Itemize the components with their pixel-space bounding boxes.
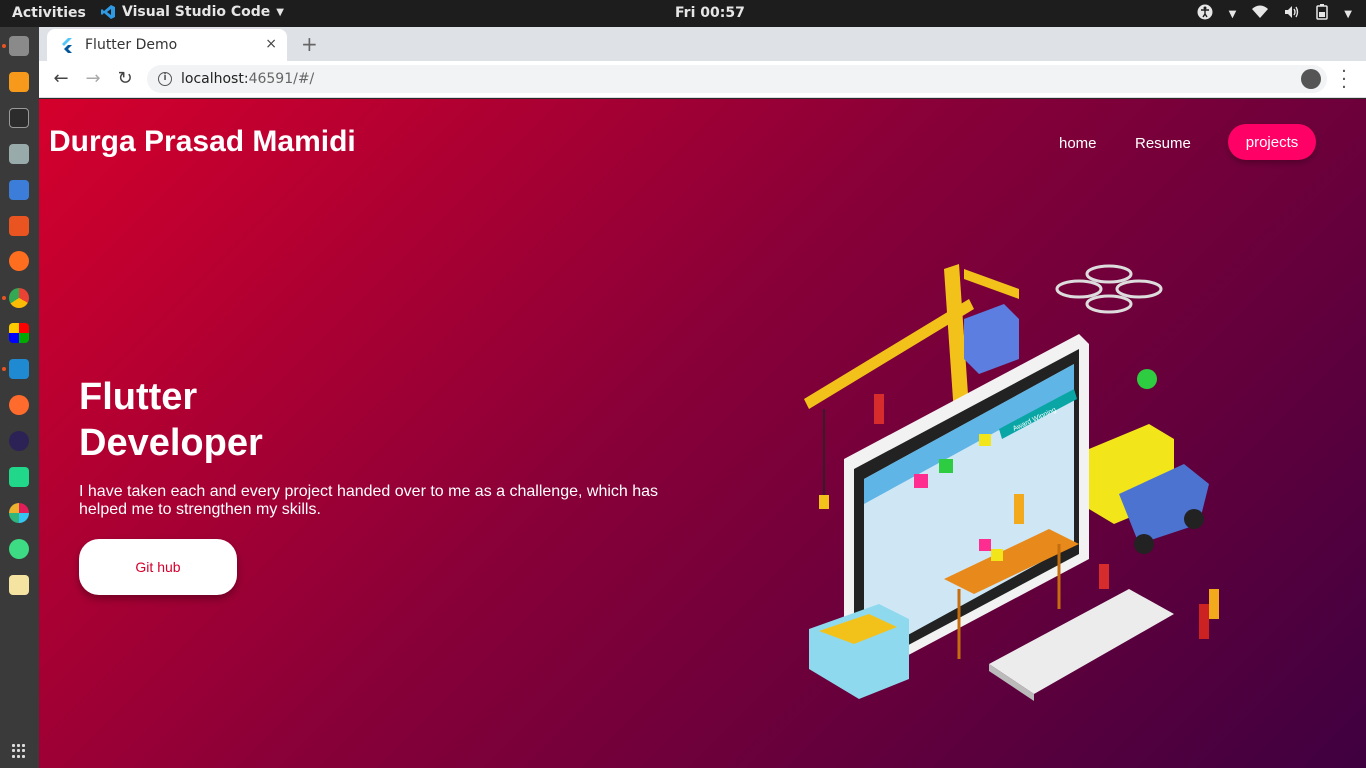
text-editor-icon[interactable] (9, 575, 29, 595)
url-path: 46591/#/ (248, 71, 315, 87)
sublime-text-icon[interactable] (9, 72, 29, 92)
chevron-down-icon: ▼ (1228, 8, 1237, 20)
chrome-icon[interactable] (9, 288, 29, 308)
battery-icon (1316, 4, 1329, 24)
system-top-bar: Activities Visual Studio Code ▼ Fri 00:5… (0, 0, 1366, 27)
files-icon[interactable] (9, 36, 29, 56)
nav-resume[interactable]: Resume (1135, 135, 1191, 152)
volume-icon (1284, 5, 1300, 23)
dock (0, 27, 39, 768)
nav-home[interactable]: home (1059, 135, 1097, 152)
sticky-note-shape (914, 474, 928, 488)
developer-illustration: Award Winning (804, 264, 1219, 701)
running-indicator (2, 44, 6, 48)
chevron-down-icon: ▼ (1344, 8, 1352, 20)
network-tool-icon[interactable] (9, 144, 29, 164)
site-brand[interactable]: Durga Prasad Mamidi (49, 125, 356, 159)
forward-arrow-icon[interactable]: → (83, 69, 103, 89)
clock[interactable]: Fri 00:57 (675, 5, 745, 21)
app-menu[interactable]: Visual Studio Code ▼ (100, 4, 284, 20)
slack-icon[interactable] (9, 503, 29, 523)
address-bar[interactable]: i localhost:46591/#/ ☆ (147, 65, 1327, 93)
system-tray[interactable]: ▼ ▼ (1197, 4, 1352, 24)
hero-title: Flutter Developer (79, 374, 379, 466)
vscode-dock-icon[interactable] (0, 351, 39, 387)
tab-flutter-demo[interactable]: Flutter Demo × (47, 29, 287, 61)
running-indicator (2, 296, 6, 300)
new-tab-button[interactable]: + (301, 32, 318, 56)
software-center-icon[interactable] (9, 216, 29, 236)
pycharm-icon[interactable] (9, 467, 29, 487)
hero-description: I have taken each and every project hand… (79, 483, 659, 518)
vscode-icon (101, 5, 115, 19)
hero-title-line: Developer (79, 422, 263, 464)
hero-title-line: Flutter (79, 376, 198, 418)
sticky-note-shape (939, 459, 953, 473)
browser-tab-strip: Flutter Demo × + (39, 27, 1366, 61)
postman-icon[interactable] (9, 395, 29, 415)
close-icon[interactable]: × (265, 36, 277, 52)
show-applications-icon[interactable] (12, 744, 26, 758)
document-viewer-icon[interactable] (9, 180, 29, 200)
url-host: localhost: (181, 71, 249, 87)
web-page: Durga Prasad Mamidi home Resume projects… (39, 99, 1366, 768)
tab-title: Flutter Demo (85, 37, 178, 53)
browser-toolbar: ← → ↻ i localhost:46591/#/ ☆ ··· (39, 61, 1366, 98)
firefox-icon[interactable] (9, 251, 29, 271)
wifi-icon (1252, 5, 1269, 23)
accessibility-icon (1197, 4, 1213, 24)
app-name: Visual Studio Code (122, 4, 271, 20)
chevron-down-icon: ▼ (276, 6, 284, 18)
flutter-icon (59, 37, 75, 53)
profile-avatar-icon[interactable] (1301, 69, 1321, 89)
android-studio-icon[interactable] (9, 539, 29, 559)
terminal-icon[interactable] (9, 108, 29, 128)
back-arrow-icon[interactable]: ← (51, 69, 71, 89)
github-button[interactable]: Git hub (79, 539, 237, 595)
more-menu-icon[interactable]: · · · (1339, 63, 1349, 97)
reload-icon[interactable]: ↻ (115, 69, 135, 89)
sticky-note-shape (979, 434, 991, 446)
activities-button[interactable]: Activities (12, 5, 86, 21)
info-icon[interactable]: i (158, 72, 172, 86)
app-grid-tile-icon[interactable] (9, 323, 29, 343)
running-indicator (2, 367, 6, 371)
nav-projects[interactable]: projects (1228, 124, 1316, 160)
eclipse-icon[interactable] (9, 431, 29, 451)
